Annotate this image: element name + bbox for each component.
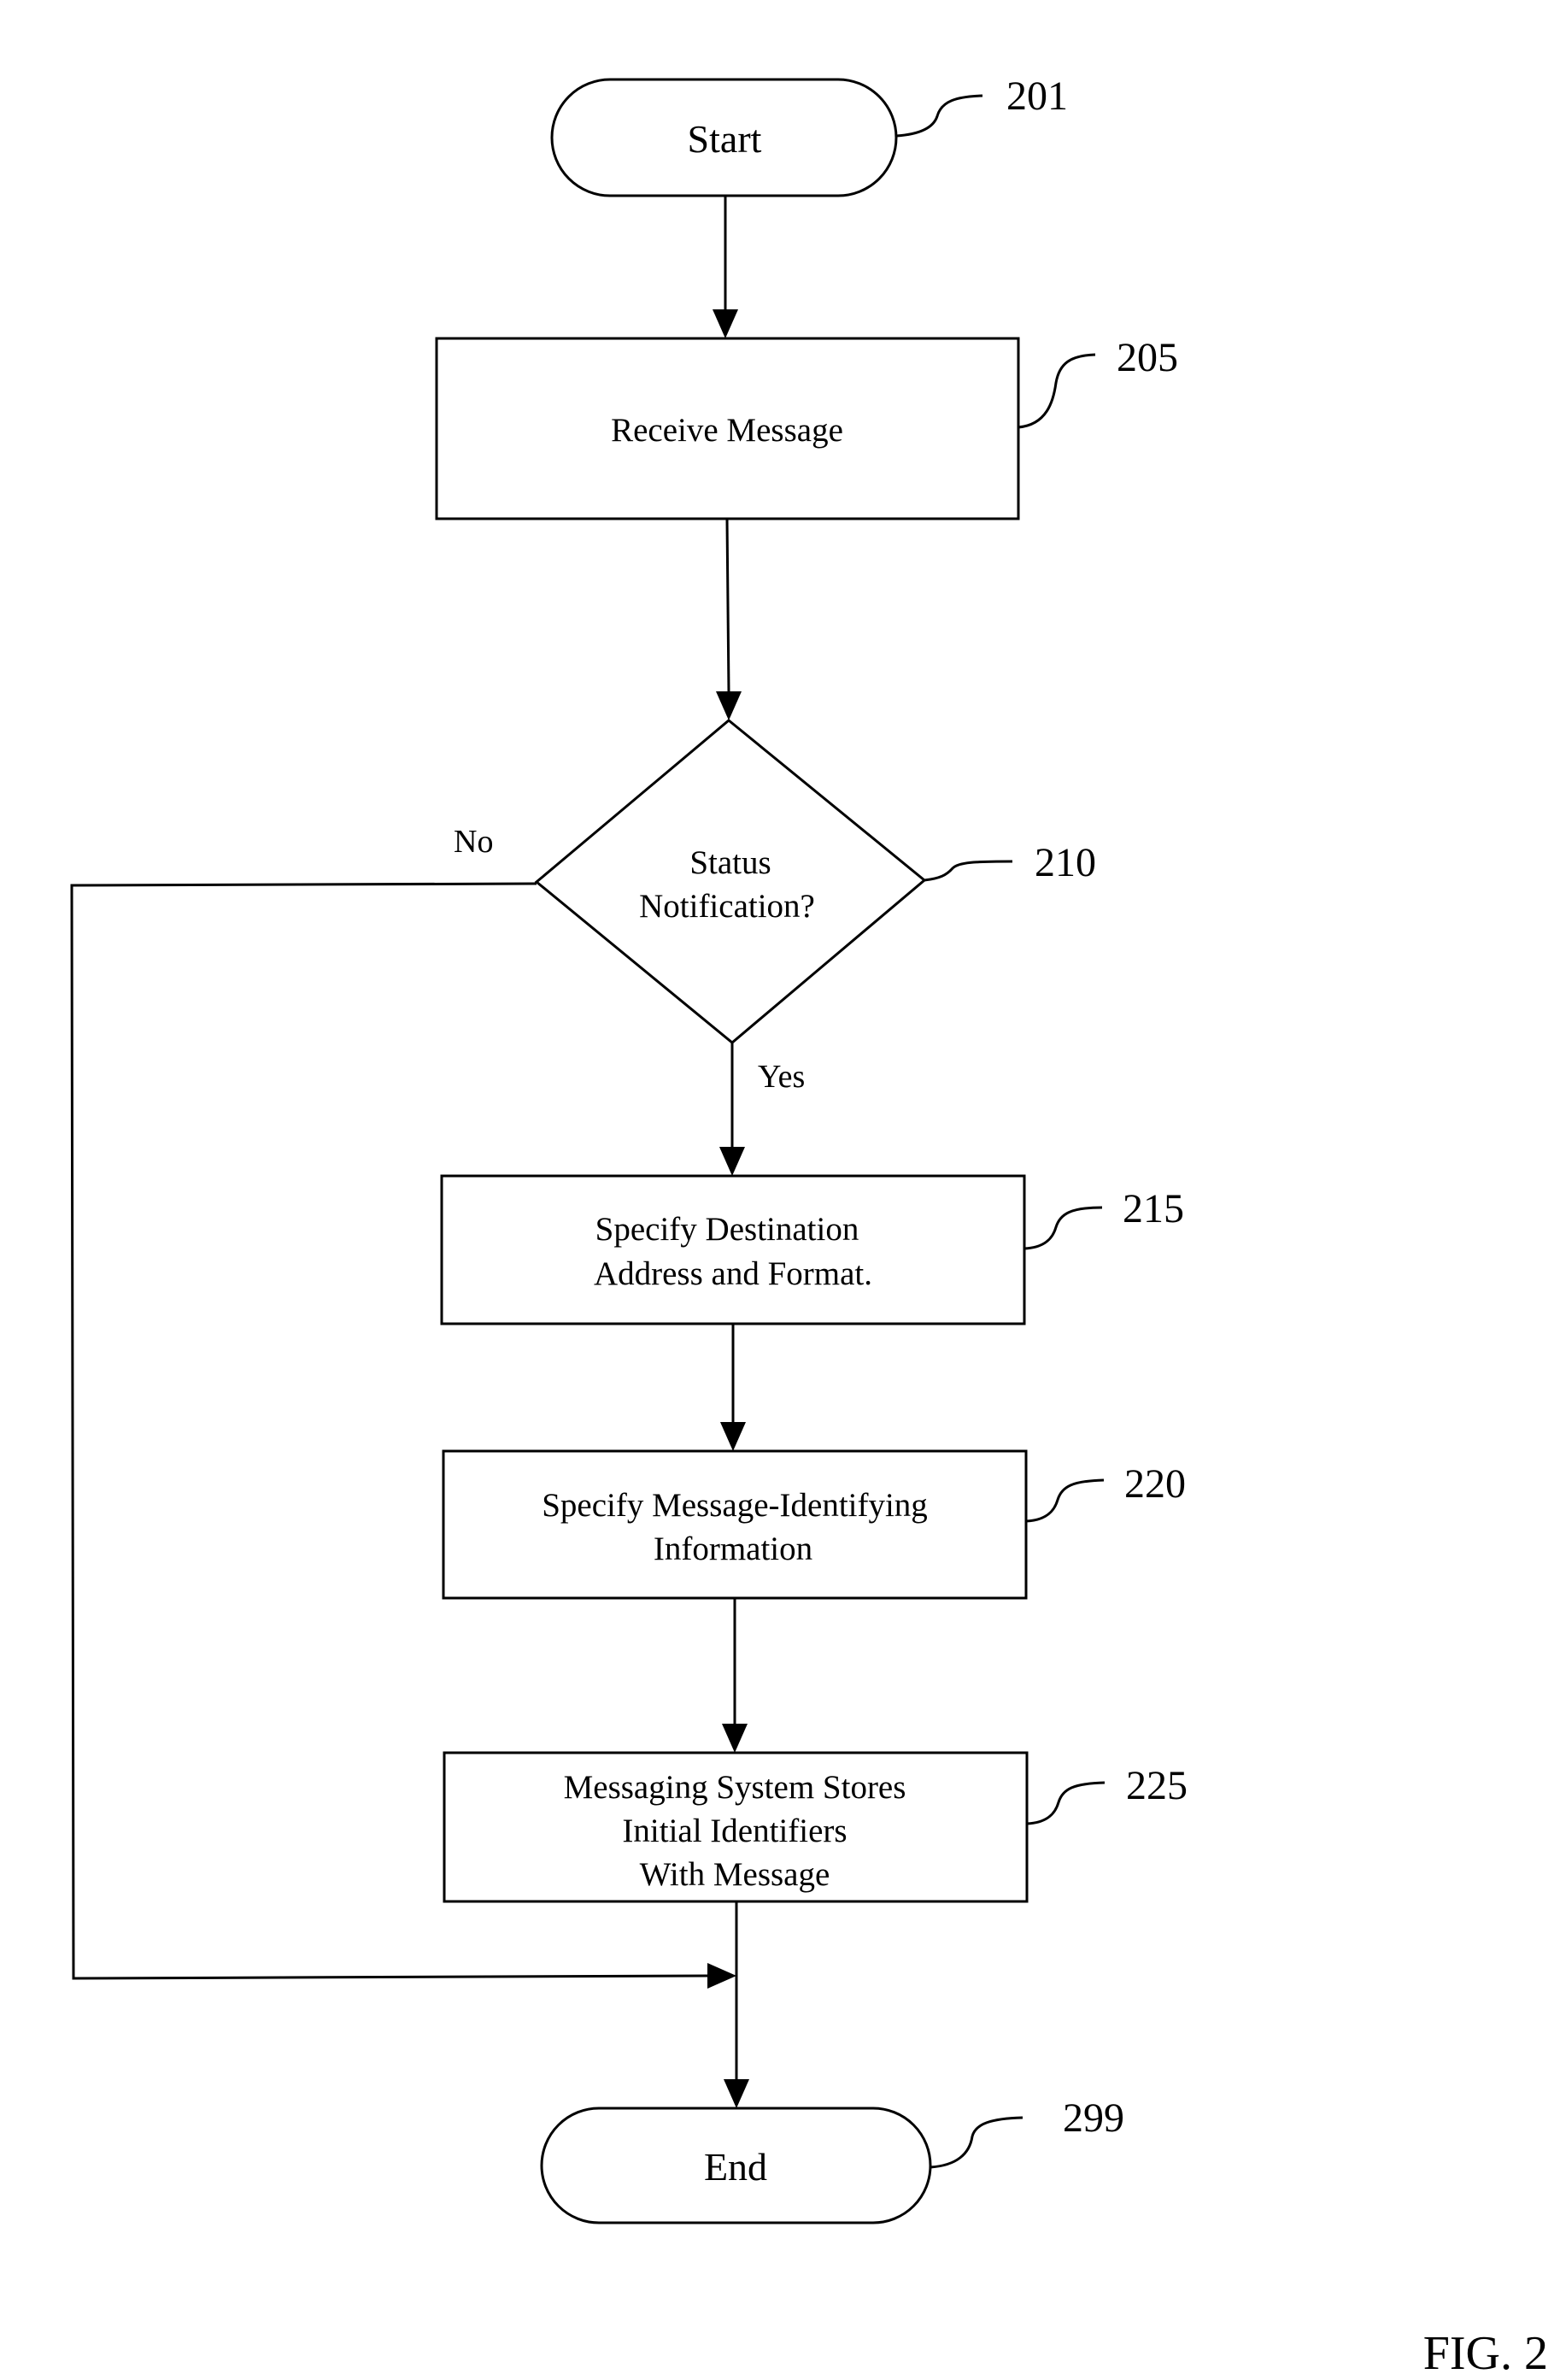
leader-215 bbox=[1023, 1206, 1103, 1250]
ref-201: 201 bbox=[1006, 73, 1068, 119]
arrowhead-end bbox=[724, 2079, 749, 2108]
node-start: Start bbox=[550, 78, 898, 197]
ref-220: 220 bbox=[1124, 1461, 1186, 1507]
specify-message-info-line-1: Specify Message-Identifying bbox=[542, 1487, 928, 1524]
end-label: End bbox=[704, 2145, 767, 2189]
arrowhead-220 bbox=[720, 1422, 746, 1451]
node-specify-message-info: Specify Message-Identifying Information bbox=[442, 1449, 1028, 1600]
node-end: End bbox=[540, 2107, 932, 2224]
receive-message-label: Receive Message bbox=[611, 412, 843, 449]
specify-message-info-line-2: Information bbox=[654, 1531, 812, 1567]
ref-225: 225 bbox=[1126, 1763, 1188, 1808]
specify-destination-line-2: Address and Format. bbox=[594, 1255, 872, 1292]
arrowhead-225 bbox=[722, 1724, 748, 1753]
arrowhead-decision bbox=[716, 691, 742, 720]
leader-201 bbox=[895, 94, 983, 138]
arrowhead-receive bbox=[713, 309, 738, 338]
specify-destination-line-1: Specify Destination bbox=[595, 1211, 859, 1248]
node-specify-destination: Specify Destination Address and Format. bbox=[440, 1174, 1026, 1325]
leader-299 bbox=[930, 2116, 1023, 2169]
branch-no-label: No bbox=[454, 824, 493, 860]
specify-message-info-box bbox=[442, 1449, 1028, 1600]
figure-label: FIG. 2 bbox=[1423, 2327, 1548, 2380]
ref-210: 210 bbox=[1035, 840, 1096, 885]
arrowhead-no-merge bbox=[707, 1963, 736, 1989]
start-label: Start bbox=[688, 117, 762, 161]
ref-299: 299 bbox=[1063, 2095, 1124, 2141]
decision-label-line-2: Notification? bbox=[639, 888, 815, 925]
decision-label-line-1: Status bbox=[689, 844, 771, 881]
specify-destination-box bbox=[440, 1174, 1026, 1325]
arrowhead-215 bbox=[719, 1147, 745, 1176]
node-messaging-system-stores: Messaging System Stores Initial Identifi… bbox=[443, 1751, 1029, 1903]
leader-210 bbox=[924, 860, 1013, 882]
leader-220 bbox=[1025, 1478, 1105, 1523]
edge-receive-to-decision bbox=[725, 518, 730, 692]
messaging-system-stores-line-1: Messaging System Stores bbox=[564, 1769, 906, 1806]
messaging-system-stores-line-3: With Message bbox=[640, 1856, 830, 1893]
ref-205: 205 bbox=[1117, 335, 1178, 380]
flowchart: Start Receive Message Status Notificatio… bbox=[70, 73, 1548, 2380]
ref-215: 215 bbox=[1123, 1186, 1184, 1231]
decision-diamond bbox=[534, 719, 927, 1044]
leader-225 bbox=[1026, 1781, 1106, 1825]
node-receive-message: Receive Message bbox=[435, 337, 1020, 520]
leader-205 bbox=[1018, 353, 1096, 429]
messaging-system-stores-line-2: Initial Identifiers bbox=[622, 1813, 847, 1849]
node-status-notification: Status Notification? bbox=[534, 719, 927, 1044]
branch-yes-label: Yes bbox=[758, 1059, 805, 1095]
